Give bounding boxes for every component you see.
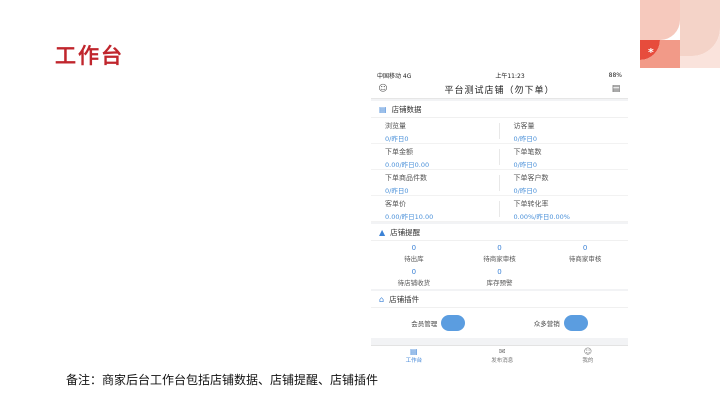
reminder-count: 0 xyxy=(411,244,417,252)
metric-cell[interactable]: 下单转化率 0.00%/昨日0.00% xyxy=(499,196,628,222)
metric-cell[interactable]: 浏览量 0/昨日0 xyxy=(371,118,500,144)
reminder-label: 待店铺收货 xyxy=(397,279,431,287)
shop-reminders-title: 店铺提醒 xyxy=(390,227,421,237)
tab-bar: ▤ 工作台 ✉ 发布消息 ☺ 我的 xyxy=(371,345,628,366)
tab-label: 发布消息 xyxy=(491,358,514,364)
reminders-grid: 0 待出库 0 待商家审核 0 待商家审核 0 待店铺收货 0 库存预警 xyxy=(371,241,628,289)
tab-messages[interactable]: ✉ 发布消息 xyxy=(491,347,514,365)
slide-note: 备注：商家后台工作台包括店铺数据、店铺提醒、店铺插件 xyxy=(66,373,379,387)
plugin-item[interactable]: 会员管理 xyxy=(411,315,466,331)
reminder-label: 待出库 xyxy=(404,255,424,263)
reminder-item[interactable]: 0 待商家审核 xyxy=(457,241,543,265)
metric-value: 0/昨日0 xyxy=(513,135,537,143)
metric-value: 0/昨日0 xyxy=(513,161,537,169)
tab-label: 工作台 xyxy=(405,358,423,364)
message-icon: ✉ xyxy=(498,347,506,356)
tab-profile[interactable]: ☺ 我的 xyxy=(582,347,594,365)
slide-title: 工作台 xyxy=(55,44,124,68)
metric-label: 浏览量 xyxy=(385,122,406,130)
metric-label: 下单转化率 xyxy=(513,200,549,208)
metric-label: 下单商品件数 xyxy=(385,174,427,182)
profile-icon: ☺ xyxy=(583,347,593,356)
home-icon: ⌂ xyxy=(379,294,385,304)
reminder-count: 0 xyxy=(411,268,417,276)
reminder-count: 0 xyxy=(582,244,588,252)
plugin-label: 会员管理 xyxy=(411,320,438,328)
shop-data-header: ▤ 店铺数据 xyxy=(371,101,628,118)
reminder-item[interactable]: 0 待出库 xyxy=(371,241,457,265)
metric-value: 0/昨日0 xyxy=(513,187,537,195)
metric-cell[interactable]: 访客量 0/昨日0 xyxy=(499,118,628,144)
metric-cell[interactable]: 下单客户数 0/昨日0 xyxy=(499,170,628,196)
reminder-item[interactable]: 0 待商家审核 xyxy=(542,241,628,265)
metric-value: 0/昨日0 xyxy=(385,187,409,195)
metric-value: 0.00/昨日0.00 xyxy=(385,161,430,169)
user-icon[interactable]: ☺ xyxy=(378,84,388,94)
shop-reminders-header: ▲ 店铺提醒 xyxy=(371,224,628,241)
plugin-item[interactable]: 众多营销 xyxy=(534,315,588,331)
tab-label: 我的 xyxy=(582,358,594,364)
metric-label: 下单金额 xyxy=(385,148,413,156)
reminder-label: 待商家审核 xyxy=(568,255,602,263)
shop-data-section: ▤ 店铺数据 浏览量 0/昨日0 访客量 0/昨日0 下单金额 0.00/昨日0.00… xyxy=(371,101,628,222)
shop-reminders-section: ▲ 店铺提醒 0 待出库 0 待商家审核 0 待商家审核 0 待店铺收货 0 库存预警 xyxy=(371,224,628,289)
metric-label: 访客量 xyxy=(513,122,535,130)
app-navbar: ☺ 平台测试店铺（勿下单） ▤ xyxy=(371,80,628,99)
shop-data-title: 店铺数据 xyxy=(391,104,422,114)
reminder-count: 0 xyxy=(497,244,502,252)
metric-label: 客单价 xyxy=(385,200,406,208)
status-bar: 中国移动 4G 上午11:23 88% xyxy=(371,70,628,80)
metric-label: 下单客户数 xyxy=(513,174,549,182)
metric-value: 0.00%/昨日0.00% xyxy=(513,213,571,221)
plugin-icon xyxy=(441,315,466,331)
time-text: 上午11:23 xyxy=(495,72,525,80)
shop-plugins-title: 店铺插件 xyxy=(389,294,420,304)
reminder-label: 待商家审核 xyxy=(483,255,516,263)
reminder-item[interactable]: 0 待店铺收货 xyxy=(371,265,457,289)
metric-cell[interactable]: 下单笔数 0/昨日0 xyxy=(499,144,628,170)
metric-label: 下单笔数 xyxy=(513,148,542,156)
metric-value: 0.00/昨日10.00 xyxy=(385,213,434,221)
bell-icon: ▲ xyxy=(379,227,386,237)
plugins-row: 会员管理 众多营销 xyxy=(371,308,628,338)
battery-text: 88% xyxy=(608,71,622,79)
reminder-item[interactable]: 0 库存预警 xyxy=(457,265,543,289)
carrier-text: 中国移动 4G xyxy=(377,72,412,80)
scan-icon[interactable]: ▤ xyxy=(611,84,621,94)
phone-screenshot: 中国移动 4G 上午11:23 88% ☺ 平台测试店铺（勿下单） ▤ ▤ 店铺… xyxy=(371,70,628,366)
reminder-count: 0 xyxy=(497,268,502,276)
metric-cell[interactable]: 下单金额 0.00/昨日0.00 xyxy=(371,144,500,170)
metric-cell[interactable]: 客单价 0.00/昨日10.00 xyxy=(371,196,500,222)
shop-plugins-header: ⌂ 店铺插件 xyxy=(371,291,628,308)
metrics-grid: 浏览量 0/昨日0 访客量 0/昨日0 下单金额 0.00/昨日0.00 下单笔数 0/… xyxy=(371,118,628,222)
metric-value: 0/昨日0 xyxy=(385,135,409,143)
reminder-label: 库存预警 xyxy=(486,279,513,287)
chart-icon: ▤ xyxy=(379,104,387,114)
shop-plugins-section: ⌂ 店铺插件 会员管理 众多营销 xyxy=(371,291,628,338)
plugin-icon xyxy=(563,315,588,331)
dashboard-icon: ▤ xyxy=(410,347,418,356)
plugin-label: 众多营销 xyxy=(533,320,560,328)
star-icon: * xyxy=(648,46,654,59)
metric-cell[interactable]: 下单商品件数 0/昨日0 xyxy=(371,170,500,196)
tab-dashboard[interactable]: ▤ 工作台 xyxy=(405,347,423,365)
shop-title: 平台测试店铺（勿下单） xyxy=(444,85,555,96)
